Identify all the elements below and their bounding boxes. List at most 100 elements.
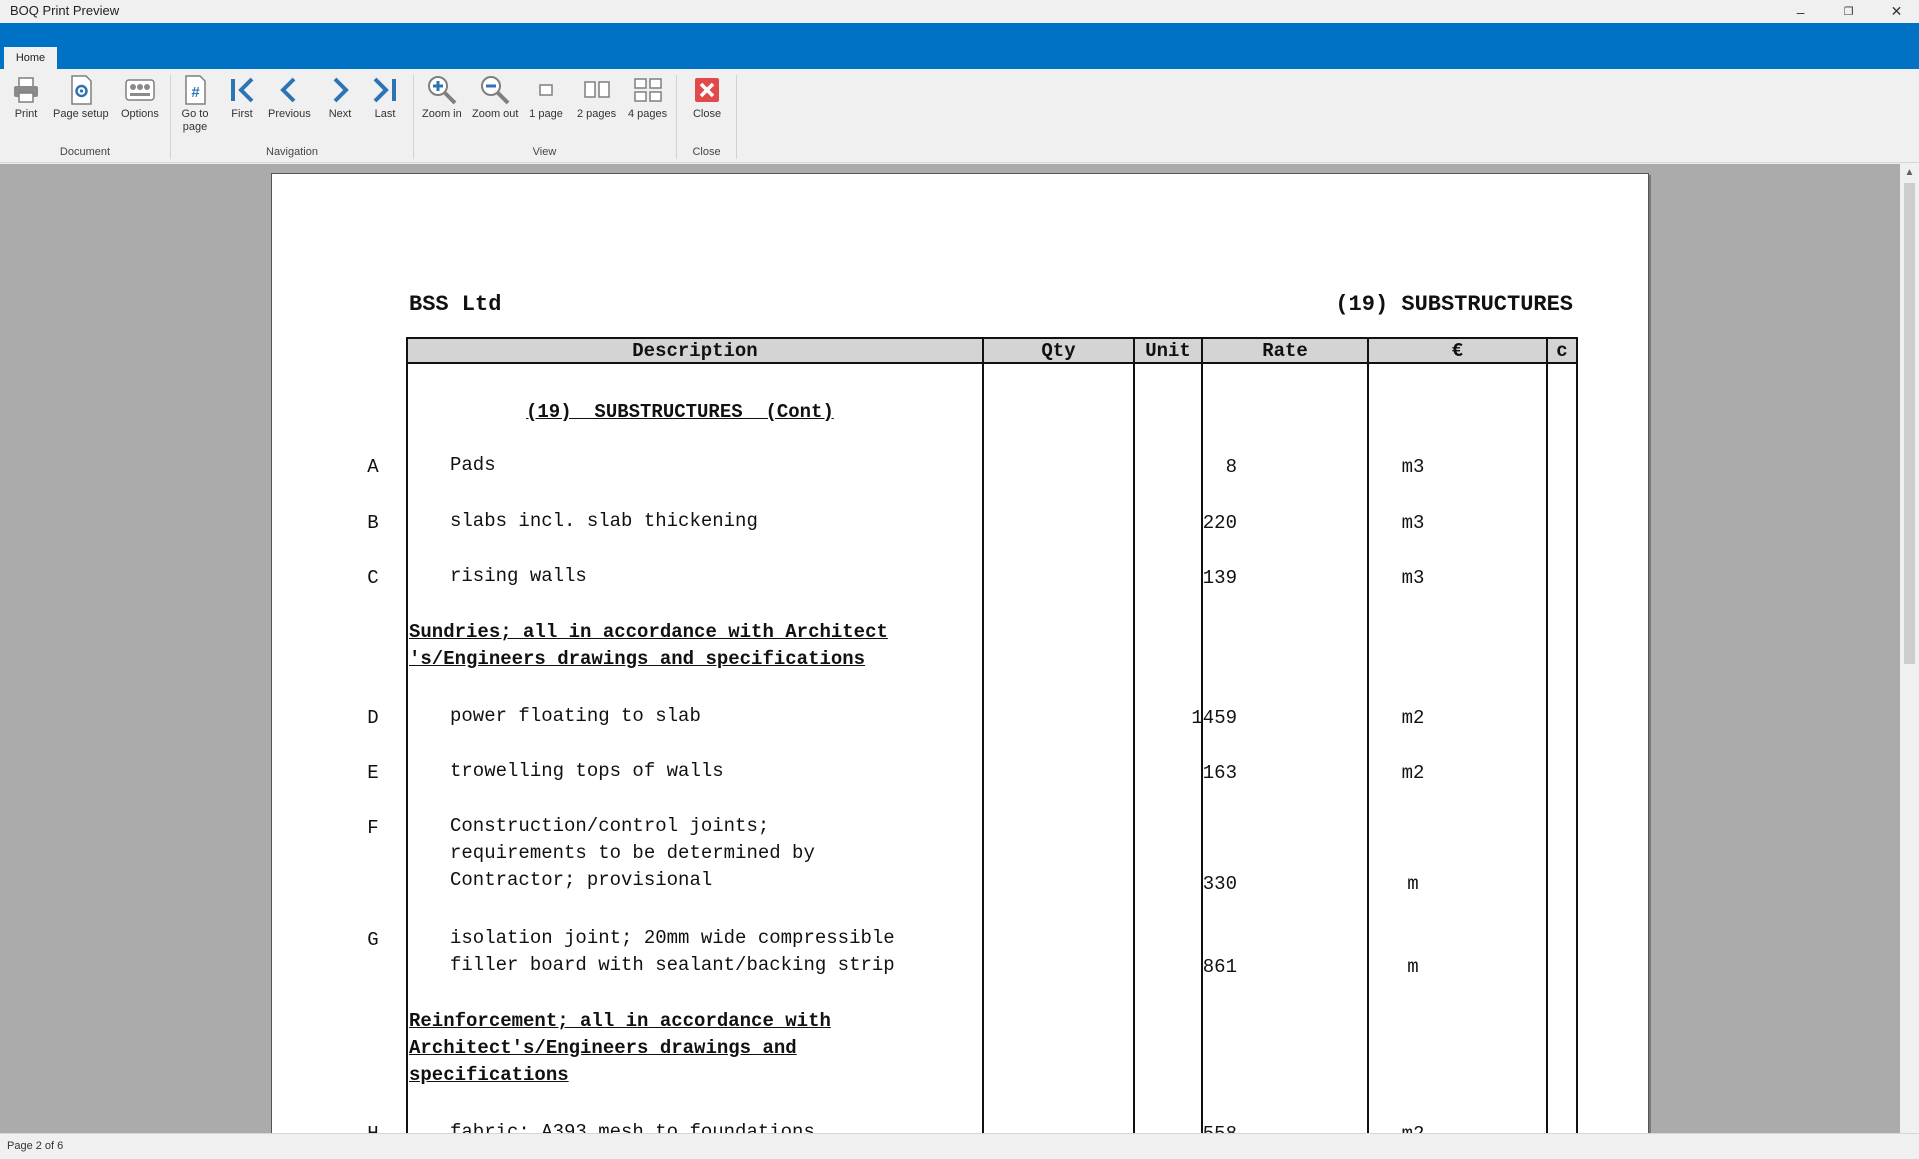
item-description: rising walls — [450, 565, 587, 587]
item-unit: m3 — [1401, 567, 1425, 589]
page-setup-button[interactable]: Page setup — [53, 72, 109, 121]
page-setup-icon — [64, 72, 98, 108]
four-pages-button[interactable]: 4 pages — [628, 72, 667, 121]
item-qty: 330 — [1202, 873, 1237, 895]
item-code: E — [367, 762, 379, 784]
restore-button[interactable]: ❐ — [1826, 0, 1871, 23]
last-page-icon — [368, 72, 402, 108]
status-bar: Page 2 of 6 — [0, 1133, 1919, 1159]
document-page: BSS Ltd (19) SUBSTRUCTURES Description Q… — [271, 173, 1649, 1133]
four-pages-label: 4 pages — [628, 108, 668, 120]
item-unit: m — [1407, 873, 1419, 895]
zoom-out-icon — [478, 72, 512, 108]
zoom-in-button[interactable]: Zoom in — [422, 72, 462, 121]
item-unit: m2 — [1380, 1123, 1446, 1133]
close-icon — [690, 72, 724, 108]
go-to-page-icon: # — [178, 72, 212, 108]
item-code: C — [367, 567, 379, 589]
group-label-navigation: Navigation — [266, 146, 318, 158]
item-unit: m3 — [1401, 512, 1425, 534]
first-label: First — [231, 108, 253, 120]
title-bar: BOQ Print Preview – ❐ ✕ — [0, 0, 1919, 23]
tab-home[interactable]: Home — [4, 47, 57, 69]
item-unit: m3 — [1401, 456, 1425, 478]
item-code: F — [367, 817, 379, 839]
item-qty: 220 — [1202, 512, 1237, 534]
go-to-page-label-line1: Go to — [181, 108, 209, 120]
item-unit: m2 — [1401, 707, 1425, 729]
item-qty: 139 — [1202, 567, 1237, 589]
ribbon-tab-strip: Home — [0, 23, 1919, 69]
two-pages-icon — [580, 72, 614, 108]
item-qty: 1459 — [1191, 707, 1237, 729]
sundries-heading: Sundries; all in accordance with Archite… — [409, 621, 888, 670]
zoom-in-icon — [425, 72, 459, 108]
go-to-page-button[interactable]: # Go to page — [178, 72, 212, 134]
options-label: Options — [121, 108, 159, 120]
group-label-document: Document — [59, 146, 111, 158]
four-pages-icon — [631, 72, 665, 108]
item-description: slabs incl. slab thickening — [450, 510, 758, 532]
group-label-close: Close — [692, 146, 721, 158]
two-pages-label: 2 pages — [577, 108, 617, 120]
window-title: BOQ Print Preview — [10, 3, 120, 18]
item-qty: 163 — [1202, 762, 1237, 784]
item-description: isolation joint; 20mm wide compressible … — [450, 927, 895, 976]
column-divider — [1546, 339, 1548, 1133]
print-label: Print — [14, 108, 38, 120]
one-page-button[interactable]: 1 page — [529, 72, 563, 121]
two-pages-button[interactable]: 2 pages — [577, 72, 616, 121]
item-code: G — [367, 929, 379, 951]
item-description: power floating to slab — [450, 705, 701, 727]
col-header-amount: € — [1451, 339, 1464, 362]
col-header-cents: c — [1556, 339, 1568, 362]
group-separator — [736, 75, 737, 159]
column-divider — [982, 339, 984, 1133]
minimize-button[interactable]: – — [1778, 0, 1823, 23]
next-page-button[interactable]: Next — [323, 72, 357, 121]
reinforcement-heading: Reinforcement; all in accordance with Ar… — [409, 1010, 831, 1086]
first-page-button[interactable]: First — [225, 72, 259, 121]
first-page-icon — [225, 72, 259, 108]
column-divider — [1133, 339, 1135, 1133]
last-label: Last — [374, 108, 396, 120]
options-icon — [123, 72, 157, 108]
go-to-page-label-line2: page — [182, 121, 208, 133]
svg-text:#: # — [191, 84, 200, 101]
item-qty: 8 — [1225, 456, 1237, 478]
options-button[interactable]: Options — [121, 72, 159, 121]
item-qty: 861 — [1202, 956, 1237, 978]
company-name: BSS Ltd — [409, 292, 502, 317]
zoom-in-label: Zoom in — [422, 108, 462, 120]
zoom-out-button[interactable]: Zoom out — [472, 72, 518, 121]
close-window-button[interactable]: ✕ — [1874, 0, 1919, 23]
chevron-left-icon — [272, 72, 306, 108]
col-header-unit: Unit — [1145, 339, 1191, 362]
item-code: B — [367, 512, 379, 534]
scrollbar-thumb[interactable] — [1904, 183, 1915, 664]
close-label: Close — [692, 108, 722, 120]
zoom-out-label: Zoom out — [472, 108, 519, 120]
last-page-button[interactable]: Last — [368, 72, 402, 121]
group-label-view: View — [532, 146, 557, 158]
page-setup-label: Page setup — [53, 108, 109, 120]
preview-area[interactable]: BSS Ltd (19) SUBSTRUCTURES Description Q… — [0, 164, 1900, 1133]
section-header: (19) SUBSTRUCTURES — [1335, 292, 1573, 317]
ribbon: Print Page setup Options Document # Go t… — [0, 69, 1919, 163]
close-preview-button[interactable]: Close — [690, 72, 724, 121]
item-code: H — [363, 1123, 383, 1133]
item-qty: 558 — [1157, 1123, 1237, 1133]
col-header-qty: Qty — [1041, 339, 1076, 362]
previous-page-button[interactable]: Previous — [268, 72, 311, 121]
item-code: D — [367, 707, 379, 729]
printer-icon — [9, 72, 43, 108]
one-page-label: 1 page — [529, 108, 563, 120]
vertical-scrollbar[interactable]: ▲ — [1900, 164, 1919, 1133]
item-code: A — [367, 456, 379, 478]
one-page-icon — [529, 72, 563, 108]
item-unit: m — [1407, 956, 1419, 978]
scroll-up-icon[interactable]: ▲ — [1900, 164, 1919, 181]
previous-label: Previous — [268, 108, 311, 120]
print-button[interactable]: Print — [9, 72, 43, 121]
page-indicator: Page 2 of 6 — [7, 1140, 64, 1152]
